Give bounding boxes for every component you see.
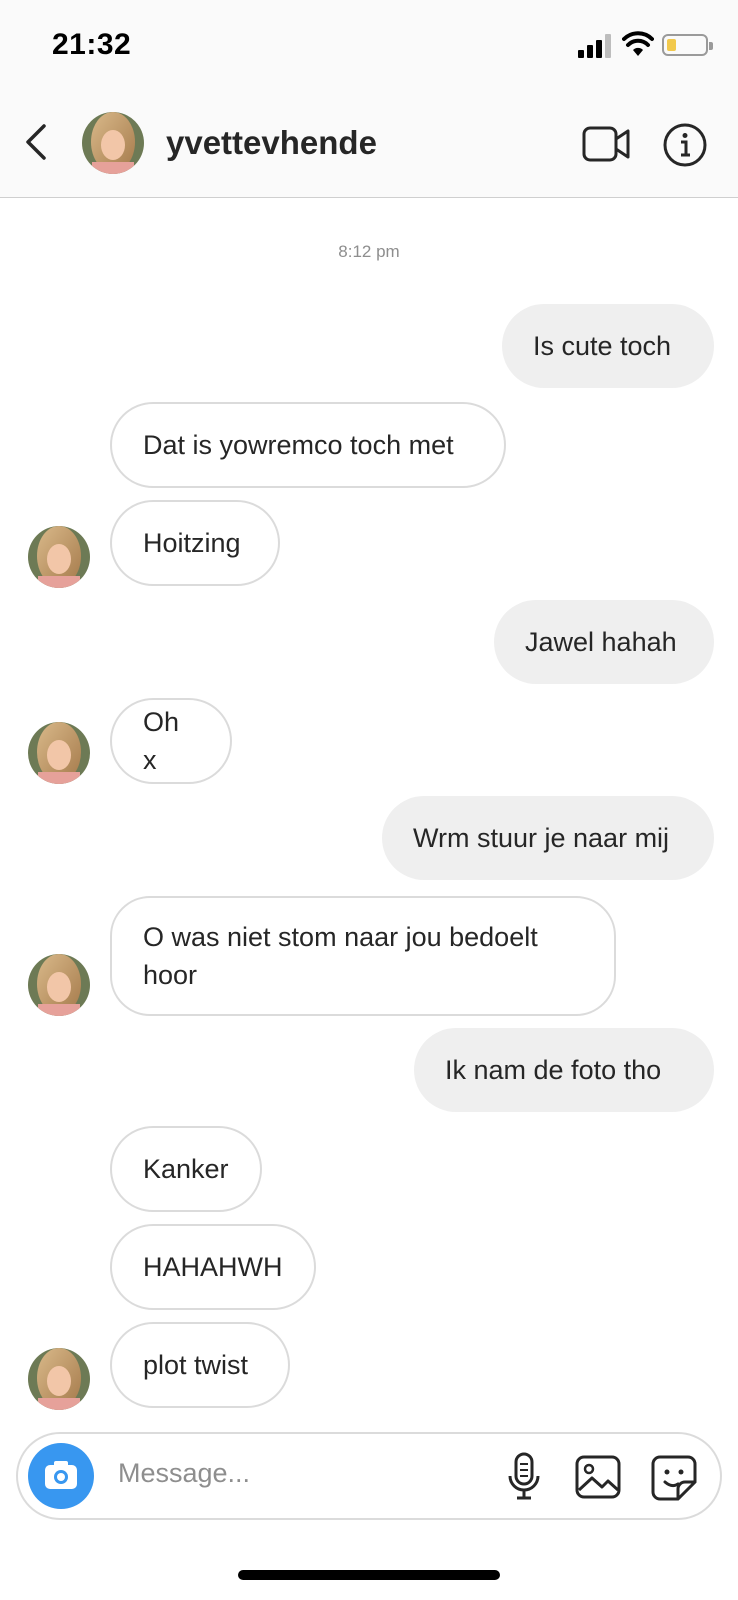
cellular-signal-icon <box>578 34 614 58</box>
camera-icon <box>45 1461 77 1489</box>
message-bubble-incoming[interactable]: plot twist <box>110 1322 290 1408</box>
top-bar: 21:32 yvettevhende <box>0 0 738 198</box>
message-bubble-outgoing[interactable]: Ik nam de foto tho <box>414 1028 714 1112</box>
wifi-icon <box>622 31 654 56</box>
chat-username[interactable]: yvettevhende <box>166 124 377 162</box>
message-bubble-outgoing[interactable]: Wrm stuur je naar mij <box>382 796 714 880</box>
avatar[interactable] <box>28 526 90 588</box>
message-bubble-incoming[interactable]: HAHAHWH <box>110 1224 316 1310</box>
message-bubble-outgoing[interactable]: Jawel hahah <box>494 600 714 684</box>
battery-icon <box>662 34 713 56</box>
avatar[interactable] <box>82 112 144 174</box>
message-bubble-incoming[interactable]: Kanker <box>110 1126 262 1212</box>
message-input[interactable]: Message... <box>118 1458 250 1489</box>
message-bubble-incoming[interactable]: Oh x <box>110 698 232 784</box>
home-indicator[interactable] <box>238 1570 500 1580</box>
gallery-icon[interactable] <box>574 1454 622 1500</box>
message-bubble-outgoing[interactable]: Is cute toch <box>502 304 714 388</box>
message-bubble-incoming[interactable]: O was niet stom naar jou bedoelt hoor <box>110 896 616 1016</box>
message-composer[interactable]: Message... <box>16 1432 722 1520</box>
info-icon[interactable] <box>662 122 708 168</box>
camera-button[interactable] <box>28 1443 94 1509</box>
conversation-timestamp: 8:12 pm <box>338 242 400 261</box>
message-bubble-incoming[interactable]: Hoitzing <box>110 500 280 586</box>
avatar[interactable] <box>28 954 90 1016</box>
microphone-icon[interactable] <box>506 1452 542 1502</box>
status-time: 21:32 <box>52 28 132 61</box>
avatar[interactable] <box>28 1348 90 1410</box>
sticker-icon[interactable] <box>650 1454 698 1502</box>
video-camera-icon[interactable] <box>582 124 632 164</box>
message-bubble-incoming[interactable]: Dat is yowremco toch met <box>110 402 506 488</box>
chevron-left-icon[interactable] <box>22 122 52 162</box>
avatar[interactable] <box>28 722 90 784</box>
